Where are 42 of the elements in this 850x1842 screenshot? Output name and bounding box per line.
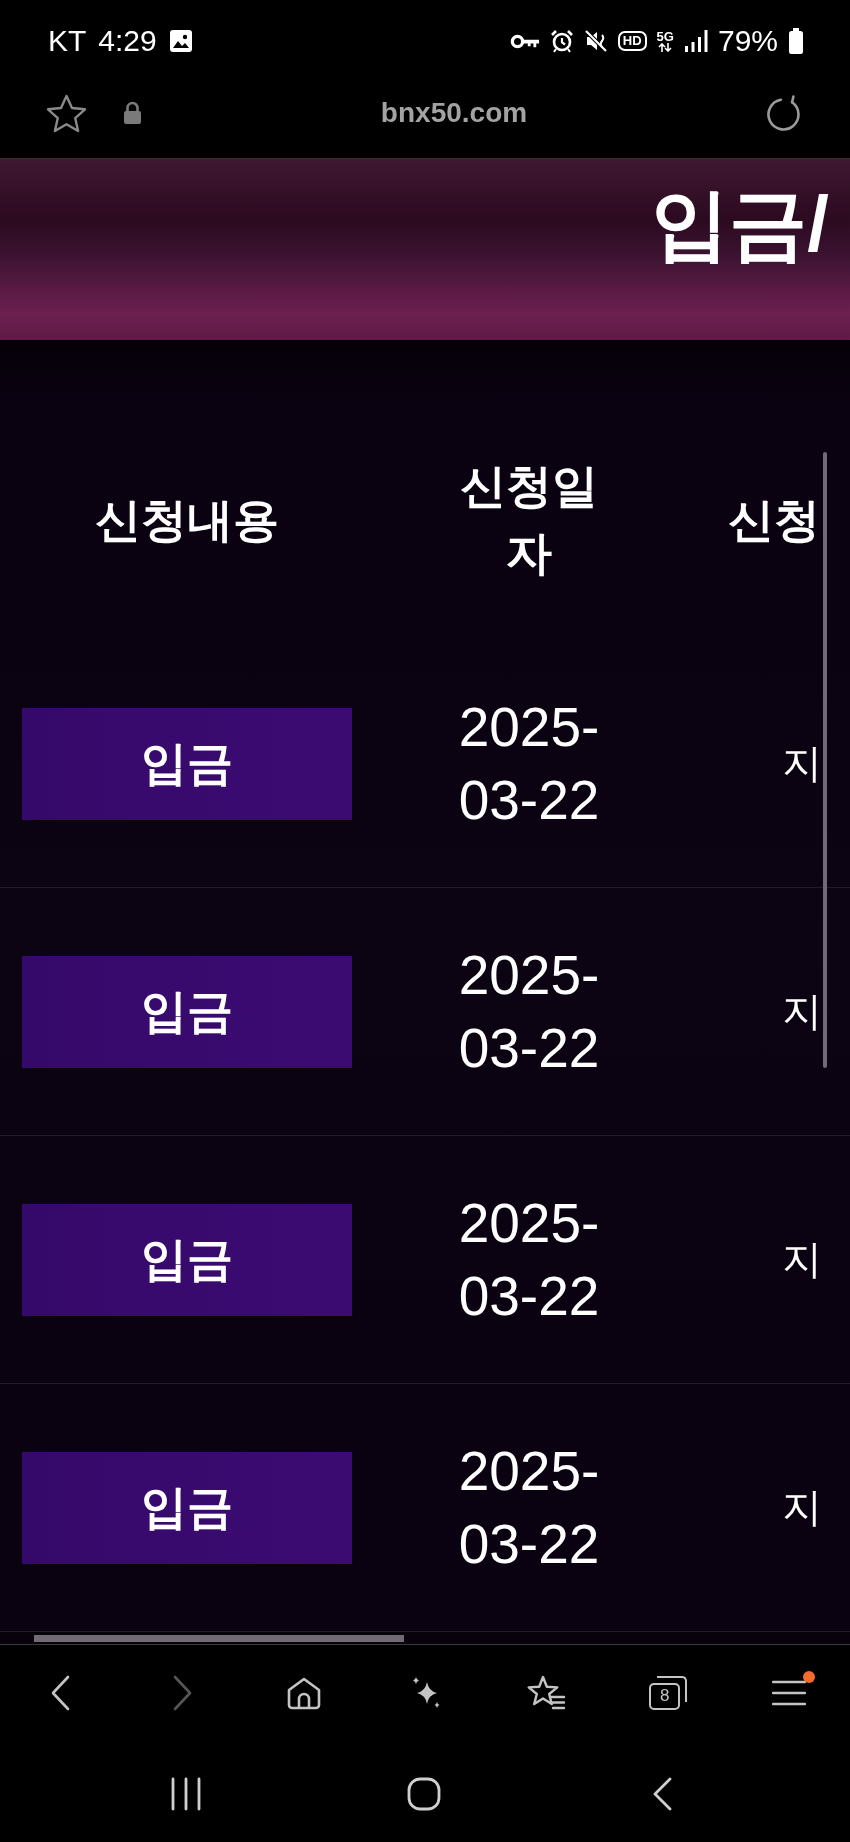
- menu-icon: [772, 1679, 807, 1707]
- signal-icon: [683, 29, 708, 53]
- request-date: 2025-03-22: [457, 1438, 601, 1577]
- request-type-badge: 입금: [22, 1203, 352, 1316]
- home-icon: [285, 1675, 322, 1711]
- chevron-right-icon: [171, 1675, 193, 1711]
- request-type-badge: 입금: [22, 1451, 352, 1564]
- muted-speaker-icon: [583, 29, 608, 53]
- reload-icon[interactable]: [765, 94, 802, 132]
- request-date: 2025-03-22: [457, 1190, 601, 1329]
- request-type-badge: 입금: [22, 955, 352, 1068]
- tabs-button[interactable]: 8: [639, 1667, 696, 1719]
- table-cell-text: 지: [782, 1484, 822, 1531]
- column-header: 신청일자: [459, 459, 599, 581]
- star-list-icon: [526, 1674, 567, 1712]
- request-date: 2025-03-22: [457, 942, 601, 1081]
- url-text[interactable]: bnx50.com: [380, 97, 528, 129]
- carrier-name: KT: [48, 24, 87, 58]
- rounded-square-icon: [407, 1776, 441, 1811]
- battery-percentage: 79%: [717, 24, 778, 58]
- lock-icon: [122, 101, 143, 125]
- chevron-left-icon: [50, 1675, 72, 1711]
- table-cell-text: 지: [782, 1236, 822, 1283]
- column-header: 신청: [728, 492, 820, 548]
- page-title: 입금/: [651, 185, 829, 263]
- column-header: 신청내용: [95, 492, 279, 548]
- tab-count: 8: [647, 1675, 688, 1711]
- network-type-label: 5G: [656, 30, 674, 43]
- clock-time: 4:29: [98, 24, 157, 58]
- table-cell-text: 지: [782, 740, 822, 787]
- table-cell-text: 지: [782, 988, 822, 1035]
- updown-arrows-icon: [658, 42, 673, 52]
- vertical-lines-icon: [170, 1776, 202, 1811]
- star-icon[interactable]: [46, 93, 87, 133]
- request-date: 2025-03-22: [457, 694, 601, 833]
- key-icon: [509, 32, 540, 50]
- alarm-clock-icon: [549, 29, 574, 53]
- battery-icon: [788, 28, 804, 54]
- hd-indicator: HD: [617, 31, 647, 51]
- image-icon: [168, 29, 193, 53]
- request-type-badge: 입금: [22, 707, 352, 820]
- chevron-left-icon: [652, 1776, 672, 1811]
